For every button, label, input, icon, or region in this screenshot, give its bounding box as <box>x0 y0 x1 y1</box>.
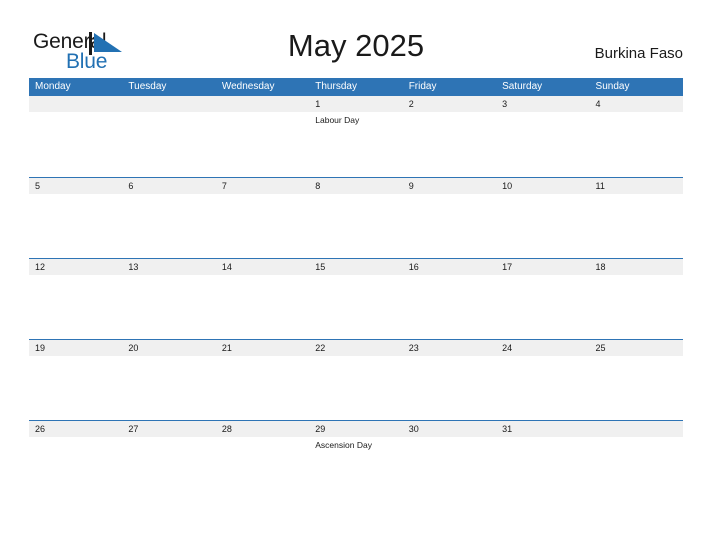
weekday-saturday: Saturday <box>502 81 543 92</box>
week-event-strip <box>29 194 683 258</box>
day-number[interactable]: 6 <box>122 178 215 194</box>
day-number[interactable]: 13 <box>122 259 215 275</box>
day-cell[interactable] <box>216 194 309 258</box>
day-number[interactable]: 30 <box>403 421 496 437</box>
day-number[interactable]: 28 <box>216 421 309 437</box>
day-number[interactable] <box>122 96 215 112</box>
day-number[interactable]: 8 <box>309 178 402 194</box>
day-number[interactable]: 23 <box>403 340 496 356</box>
day-cell[interactable] <box>29 194 122 258</box>
day-cell[interactable] <box>309 194 402 258</box>
day-cell[interactable] <box>29 356 122 420</box>
weekday-friday: Friday <box>408 81 437 92</box>
day-cell[interactable] <box>496 356 589 420</box>
day-number[interactable]: 12 <box>29 259 122 275</box>
day-number[interactable]: 17 <box>496 259 589 275</box>
day-cell[interactable] <box>29 275 122 339</box>
event-label: Ascension Day <box>315 440 372 450</box>
day-number[interactable]: 1 <box>309 96 402 112</box>
day-cell[interactable] <box>496 112 589 176</box>
day-number[interactable]: 11 <box>590 178 683 194</box>
day-number[interactable]: 22 <box>309 340 402 356</box>
day-cell[interactable] <box>122 275 215 339</box>
day-number[interactable] <box>29 96 122 112</box>
day-number[interactable]: 31 <box>496 421 589 437</box>
day-cell[interactable] <box>216 275 309 339</box>
region-label: Burkina Faso <box>594 45 683 62</box>
day-number[interactable]: 21 <box>216 340 309 356</box>
day-number[interactable]: 20 <box>122 340 215 356</box>
day-cell[interactable] <box>216 437 309 501</box>
week-event-strip: Ascension Day <box>29 437 683 501</box>
day-number[interactable]: 29 <box>309 421 402 437</box>
day-number[interactable]: 19 <box>29 340 122 356</box>
page-header: General Blue May 2025 Burkina Faso <box>0 0 712 76</box>
day-cell[interactable] <box>590 437 683 501</box>
weekday-monday: Monday <box>35 81 71 92</box>
day-number[interactable]: 9 <box>403 178 496 194</box>
day-cell[interactable]: Ascension Day <box>309 437 402 501</box>
week-event-strip <box>29 275 683 339</box>
day-number[interactable]: 24 <box>496 340 589 356</box>
day-cell[interactable] <box>122 194 215 258</box>
day-cell[interactable] <box>403 437 496 501</box>
week-date-strip: 1 2 3 4 <box>29 96 683 112</box>
calendar-page: General Blue May 2025 Burkina Faso Monda… <box>0 0 712 550</box>
day-cell[interactable] <box>403 112 496 176</box>
weekday-thursday: Thursday <box>315 81 357 92</box>
day-cell[interactable] <box>403 275 496 339</box>
day-number[interactable]: 7 <box>216 178 309 194</box>
day-cell[interactable] <box>309 356 402 420</box>
day-cell[interactable] <box>496 194 589 258</box>
day-number[interactable]: 27 <box>122 421 215 437</box>
day-cell[interactable] <box>216 112 309 176</box>
week-date-strip: 19 20 21 22 23 24 25 <box>29 339 683 356</box>
day-number[interactable]: 16 <box>403 259 496 275</box>
day-number[interactable]: 14 <box>216 259 309 275</box>
week-date-strip: 12 13 14 15 16 17 18 <box>29 258 683 275</box>
day-cell[interactable] <box>29 437 122 501</box>
week-event-strip: Labour Day <box>29 112 683 176</box>
calendar-week-row: 12 13 14 15 16 17 18 <box>29 258 683 339</box>
day-cell[interactable] <box>122 112 215 176</box>
day-number[interactable] <box>590 421 683 437</box>
week-date-strip: 26 27 28 29 30 31 <box>29 420 683 437</box>
week-date-strip: 5 6 7 8 9 10 11 <box>29 177 683 194</box>
day-cell[interactable] <box>122 356 215 420</box>
day-number[interactable]: 4 <box>590 96 683 112</box>
day-cell[interactable] <box>29 112 122 176</box>
event-label: Labour Day <box>315 115 360 125</box>
calendar-grid: Monday Tuesday Wednesday Thursday Friday… <box>29 78 683 501</box>
weekday-tuesday: Tuesday <box>128 81 167 92</box>
weekday-sunday: Sunday <box>595 81 630 92</box>
day-number[interactable] <box>216 96 309 112</box>
day-cell[interactable] <box>309 275 402 339</box>
weekday-wednesday: Wednesday <box>221 81 275 92</box>
day-cell[interactable] <box>122 437 215 501</box>
day-number[interactable]: 5 <box>29 178 122 194</box>
day-number[interactable]: 15 <box>309 259 402 275</box>
day-cell[interactable] <box>496 437 589 501</box>
day-number[interactable]: 3 <box>496 96 589 112</box>
day-cell[interactable] <box>590 112 683 176</box>
day-cell[interactable] <box>216 356 309 420</box>
day-number[interactable]: 25 <box>590 340 683 356</box>
calendar-week-row: 19 20 21 22 23 24 25 <box>29 339 683 420</box>
weekday-header-row: Monday Tuesday Wednesday Thursday Friday… <box>29 78 683 96</box>
week-event-strip <box>29 356 683 420</box>
day-cell[interactable] <box>590 194 683 258</box>
day-number[interactable]: 26 <box>29 421 122 437</box>
day-number[interactable]: 18 <box>590 259 683 275</box>
day-cell[interactable] <box>496 275 589 339</box>
calendar-week-row: 5 6 7 8 9 10 11 <box>29 177 683 258</box>
day-number[interactable]: 2 <box>403 96 496 112</box>
day-cell[interactable]: Labour Day <box>309 112 402 176</box>
calendar-week-row: 26 27 28 29 30 31 Ascension Day <box>29 420 683 501</box>
day-cell[interactable] <box>590 356 683 420</box>
calendar-week-row: 1 2 3 4 Labour Day <box>29 96 683 177</box>
day-cell[interactable] <box>590 275 683 339</box>
day-cell[interactable] <box>403 194 496 258</box>
day-cell[interactable] <box>403 356 496 420</box>
day-number[interactable]: 10 <box>496 178 589 194</box>
